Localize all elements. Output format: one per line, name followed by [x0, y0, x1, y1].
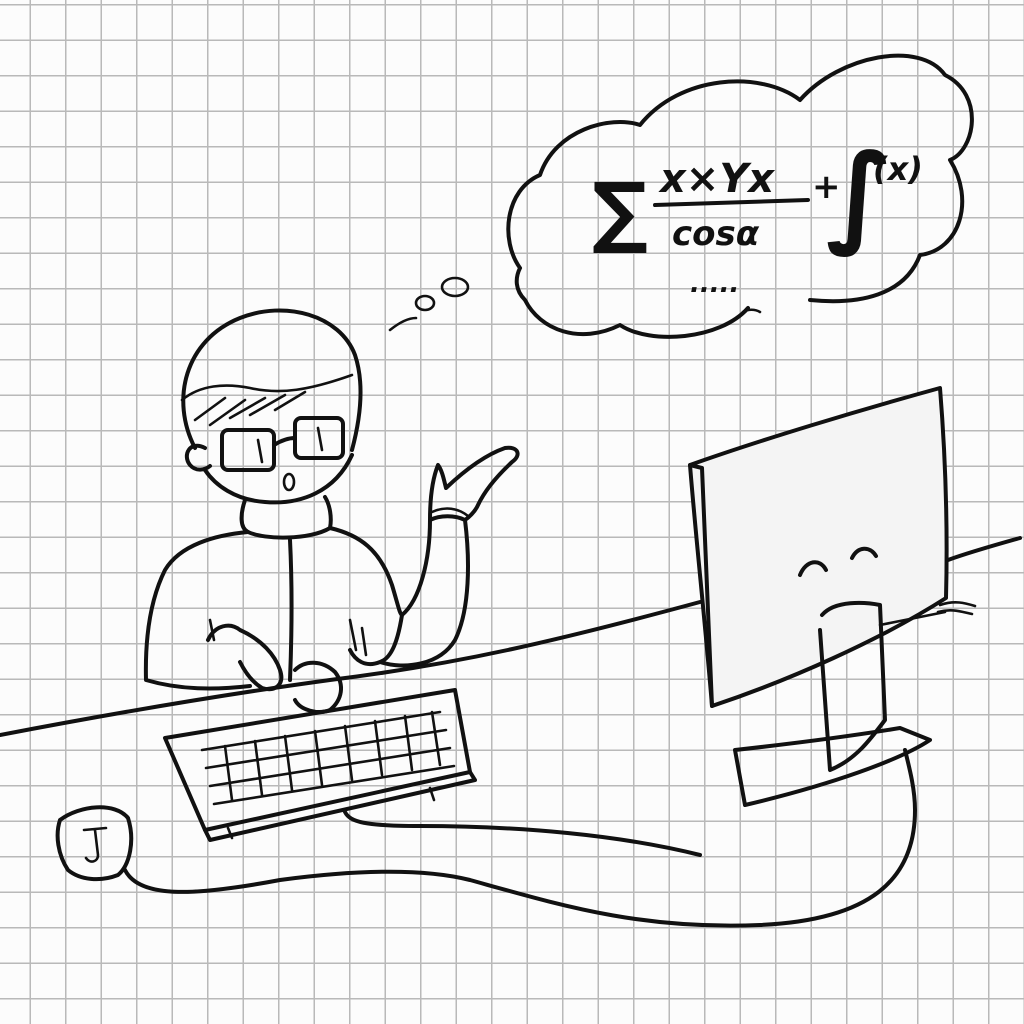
keyboard-front [203, 770, 477, 842]
sketch-canvas: ∑ x×Yx cosα + ∫ (x) ..... [0, 53, 1022, 928]
keyboard-cable [343, 810, 702, 857]
wall-plug [55, 805, 134, 882]
person-mouth [282, 472, 296, 492]
formula-sum-symbol: ∑ [592, 167, 648, 257]
thought-dot-large [440, 276, 470, 298]
person-raised-arm [348, 514, 470, 668]
wall-plug-pins [82, 826, 108, 863]
graph-paper-sheet: ∑ x×Yx cosα + ∫ (x) ..... [0, 0, 1024, 1024]
person-face [203, 453, 354, 505]
cable [123, 748, 917, 928]
monitor-screen [688, 386, 949, 708]
thought-bubble-tail-mark [741, 308, 762, 314]
thought-trail [388, 316, 418, 332]
jacket-zipper [288, 538, 294, 682]
formula-numerator: x×Yx [658, 156, 775, 202]
formula-integrand: (x) [873, 150, 923, 188]
person-ear [184, 443, 212, 472]
glasses-left-lens [220, 428, 276, 472]
glasses-bridge [272, 436, 297, 447]
person-right-hand [293, 660, 343, 714]
formula-denominator: cosα [672, 214, 760, 254]
desk-edge-right [946, 536, 1022, 562]
formula-continuation: ..... [690, 269, 739, 299]
person-left-hand [206, 623, 284, 691]
thought-dot-small [414, 294, 436, 312]
monitor-stand-base [733, 726, 932, 807]
